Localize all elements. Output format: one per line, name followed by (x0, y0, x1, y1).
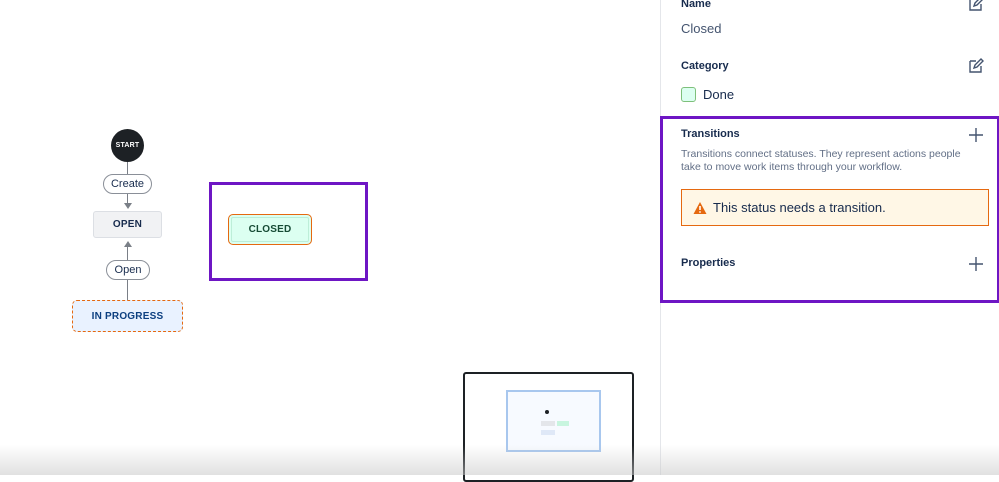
status-open[interactable]: OPEN (93, 211, 162, 238)
minimap-node (541, 430, 555, 435)
connector-line (127, 280, 128, 300)
warning-banner: This status needs a transition. (681, 189, 989, 226)
minimap-start-dot (545, 410, 549, 414)
category-label: Category (681, 60, 729, 72)
create-transition[interactable]: Create (103, 174, 152, 194)
add-transition-icon[interactable] (968, 127, 984, 143)
connector-line (127, 162, 128, 174)
start-node[interactable]: START (111, 129, 144, 162)
warning-icon (693, 201, 707, 214)
connector-line (127, 246, 128, 260)
status-in-progress[interactable]: IN PROGRESS (72, 300, 183, 332)
arrow-up-icon (124, 241, 132, 247)
name-value: Closed (681, 21, 722, 36)
category-value: Done (703, 87, 735, 102)
transitions-description: Transitions connect statuses. They repre… (681, 148, 961, 173)
minimap[interactable] (463, 372, 634, 482)
minimap-node (557, 421, 569, 426)
warning-text: This status needs a transition. (713, 200, 886, 215)
minimap-viewport[interactable] (506, 390, 601, 452)
workflow-canvas[interactable]: START Create OPEN Open IN PROGRESS CLOSE… (0, 0, 660, 482)
edit-icon[interactable] (968, 0, 984, 12)
category-swatch (681, 87, 696, 102)
status-closed[interactable]: CLOSED (228, 214, 312, 245)
add-property-icon[interactable] (968, 256, 984, 272)
properties-label: Properties (681, 257, 736, 269)
open-transition[interactable]: Open (106, 260, 150, 280)
minimap-node (541, 421, 555, 426)
transitions-label: Transitions (681, 128, 740, 140)
arrow-down-icon (124, 203, 132, 209)
name-label: Name (681, 0, 711, 10)
status-details-panel: Name Closed Category Done Transitions Tr… (660, 0, 999, 475)
edit-icon[interactable] (968, 58, 984, 74)
